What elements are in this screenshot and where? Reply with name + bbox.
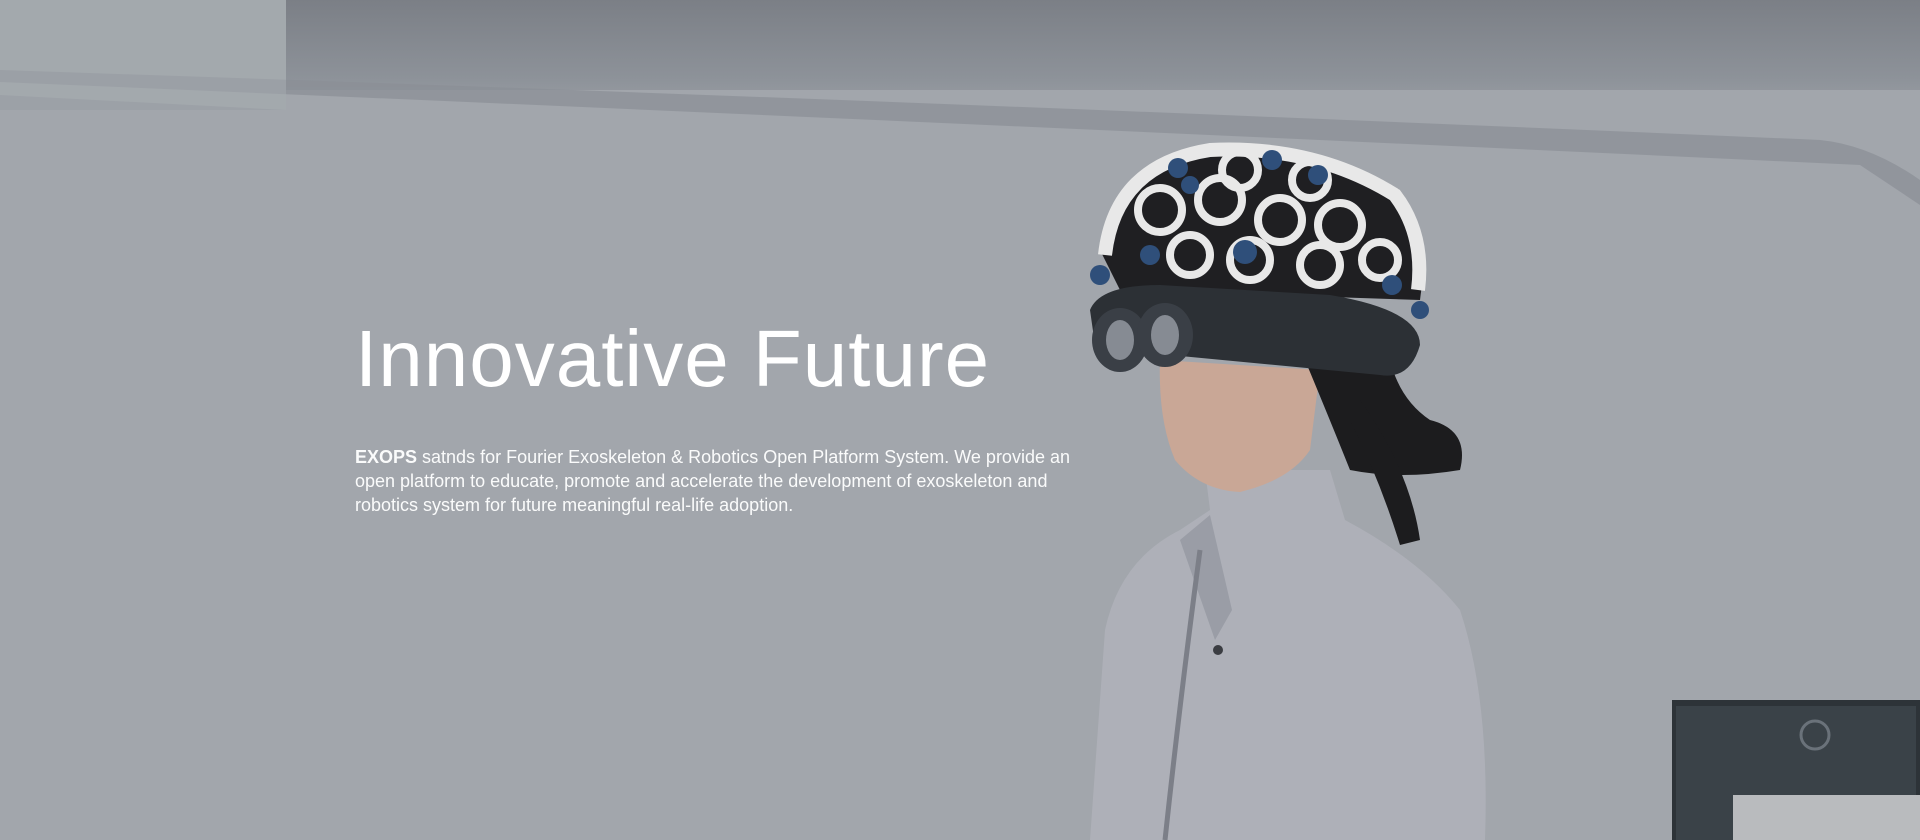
hero-description-text: satnds for Fourier Exoskeleton & Robotic…: [355, 447, 1070, 515]
brand-name: EXOPS: [355, 447, 418, 467]
hero-description: EXOPS satnds for Fourier Exoskeleton & R…: [355, 445, 1075, 517]
hero-title: Innovative Future: [355, 314, 991, 403]
hero-section: Innovative Future EXOPS satnds for Fouri…: [0, 0, 1920, 840]
hero-content: Innovative Future EXOPS satnds for Fouri…: [355, 315, 1095, 517]
corner-block: [1733, 795, 1920, 840]
